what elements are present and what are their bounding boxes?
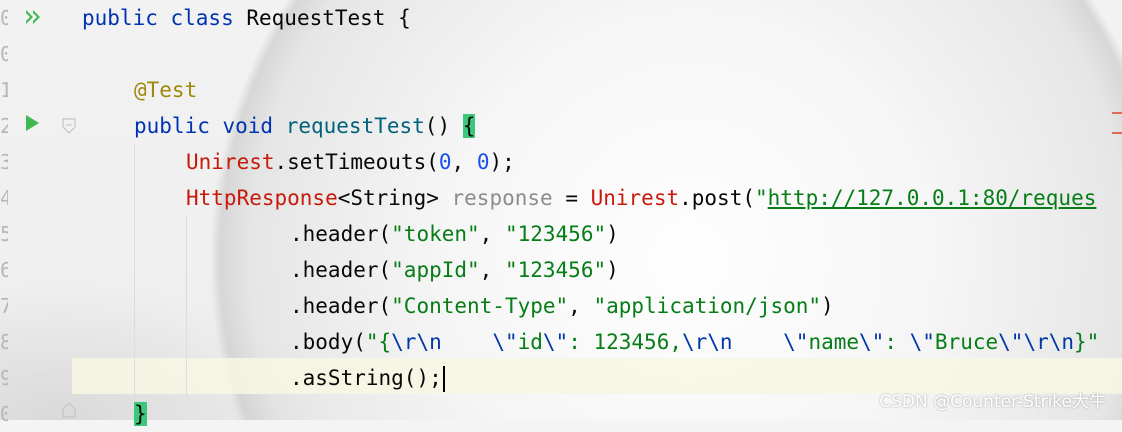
indent-guide [186,216,187,396]
run-icon[interactable] [24,114,40,132]
code-line-3[interactable]: @Test [134,72,197,108]
error-stripe-marker[interactable] [1112,132,1122,134]
line-number: 7 [0,294,8,318]
line-number: 8 [0,330,8,354]
line-number: 2 [0,114,8,138]
line-number: 6 [0,258,8,282]
code-line-10[interactable]: .body("{\r\n \"id\": 123456,\r\n \"name\… [290,324,1099,360]
code-line-12[interactable]: } [134,396,147,432]
code-line-8[interactable]: .header("appId", "123456") [290,252,619,288]
code-line-5[interactable]: Unirest.setTimeouts(0, 0); [186,144,515,180]
matched-brace: { [462,114,476,138]
matched-brace: } [134,402,147,426]
watermark: CSDN @Counter-Strike大牛 [879,392,1106,412]
text-cursor [442,366,445,392]
line-number: 0 [0,6,8,30]
line-number: 0 [0,42,8,66]
code-line-9[interactable]: .header("Content-Type", "application/jso… [290,288,834,324]
line-number: 1 [0,78,8,102]
code-line-4[interactable]: public void requestTest() { [134,108,476,144]
line-number: 9 [0,366,8,390]
url-link[interactable]: http://127.0.0.1:80/reques [768,186,1097,210]
editor-gutter[interactable]: 0 0 1 2 3 4 5 6 7 8 9 0 [0,0,76,426]
run-all-icon[interactable] [24,8,42,26]
fold-icon[interactable] [62,402,76,418]
line-number: 4 [0,186,8,210]
indent-guide [134,144,135,420]
code-line-11[interactable]: .asString(); [290,360,445,396]
line-number: 5 [0,222,8,246]
code-line-1[interactable]: public class RequestTest { [82,0,411,36]
code-line-6[interactable]: HttpResponse<String> response = Unirest.… [186,180,1096,216]
code-line-7[interactable]: .header("token", "123456") [290,216,619,252]
line-number: 0 [0,402,8,426]
fold-icon[interactable] [62,118,76,134]
error-stripe-marker[interactable] [1112,112,1122,114]
line-number: 3 [0,150,8,174]
